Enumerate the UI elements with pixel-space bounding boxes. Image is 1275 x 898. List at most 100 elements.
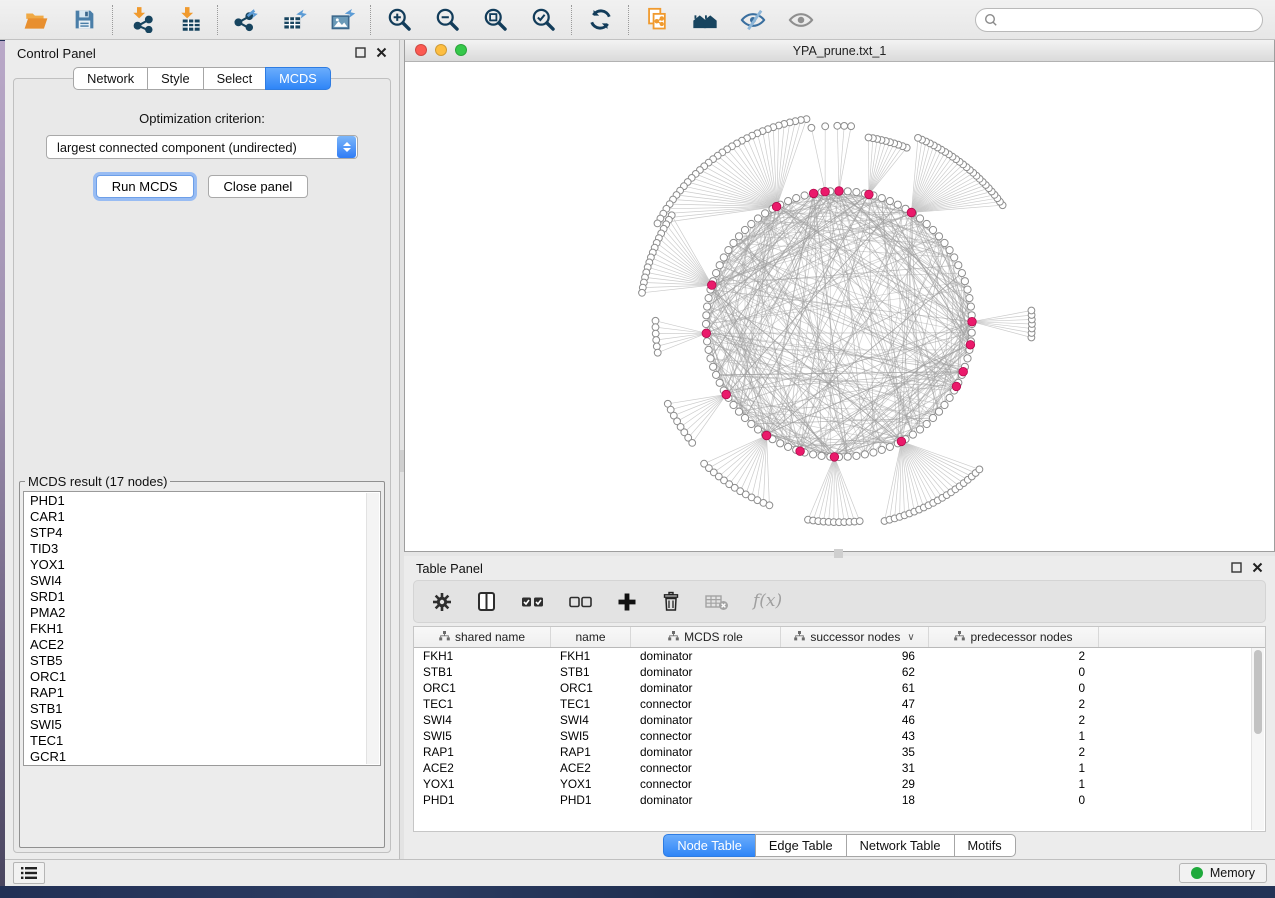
tab-node-table[interactable]: Node Table xyxy=(663,834,756,857)
eye-icon[interactable] xyxy=(787,6,815,34)
mcds-result-item[interactable]: CAR1 xyxy=(30,509,380,525)
cell-predecessor-nodes[interactable]: 2 xyxy=(929,713,1099,727)
close-panel-icon[interactable] xyxy=(1252,561,1263,576)
mcds-list-scrollbar[interactable] xyxy=(366,493,379,764)
close-panel-icon[interactable] xyxy=(376,46,387,61)
splitter-grip[interactable] xyxy=(400,450,404,472)
function-builder-icon[interactable]: f(x) xyxy=(753,593,782,610)
mcds-result-item[interactable]: ORC1 xyxy=(30,669,380,685)
cell-successor-nodes[interactable]: 46 xyxy=(781,713,929,727)
cell-successor-nodes[interactable]: 96 xyxy=(781,649,929,663)
zoom-selected-icon[interactable] xyxy=(529,6,557,34)
cell-mcds-role[interactable]: connector xyxy=(631,761,781,775)
cell-predecessor-nodes[interactable]: 0 xyxy=(929,681,1099,695)
tab-motifs[interactable]: Motifs xyxy=(954,834,1016,857)
cell-mcds-role[interactable]: dominator xyxy=(631,649,781,663)
mcds-result-item[interactable]: STP4 xyxy=(30,525,380,541)
cell-shared-name[interactable]: ORC1 xyxy=(414,681,551,695)
zoom-out-icon[interactable] xyxy=(433,6,461,34)
cell-shared-name[interactable]: ACE2 xyxy=(414,761,551,775)
splitter-grip[interactable] xyxy=(834,549,843,558)
network-graph[interactable] xyxy=(405,62,1274,551)
cell-shared-name[interactable]: STB1 xyxy=(414,665,551,679)
cell-shared-name[interactable]: YOX1 xyxy=(414,777,551,791)
cell-mcds-role[interactable]: dominator xyxy=(631,745,781,759)
delete-table-icon[interactable] xyxy=(705,593,729,611)
vertical-splitter[interactable] xyxy=(400,40,404,859)
zoom-in-icon[interactable] xyxy=(385,6,413,34)
table-row[interactable]: PHD1PHD1dominator180 xyxy=(414,792,1265,808)
tab-select[interactable]: Select xyxy=(203,67,267,90)
cell-predecessor-nodes[interactable]: 1 xyxy=(929,777,1099,791)
tab-network[interactable]: Network xyxy=(73,67,148,90)
tab-edge-table[interactable]: Edge Table xyxy=(755,834,847,857)
cell-successor-nodes[interactable]: 31 xyxy=(781,761,929,775)
run-mcds-button[interactable]: Run MCDS xyxy=(96,175,194,198)
add-column-plus-icon[interactable] xyxy=(617,592,637,612)
select-all-checkboxes-icon[interactable] xyxy=(521,595,545,609)
cell-shared-name[interactable]: RAP1 xyxy=(414,745,551,759)
show-columns-icon[interactable] xyxy=(476,591,497,612)
cell-successor-nodes[interactable]: 35 xyxy=(781,745,929,759)
deselect-all-checkboxes-icon[interactable] xyxy=(569,595,593,609)
cell-successor-nodes[interactable]: 29 xyxy=(781,777,929,791)
task-history-button[interactable] xyxy=(13,862,45,884)
cell-name[interactable]: FKH1 xyxy=(551,649,631,663)
search-input[interactable] xyxy=(975,8,1263,32)
table-row[interactable]: TEC1TEC1connector472 xyxy=(414,696,1265,712)
network-window-titlebar[interactable]: YPA_prune.txt_1 xyxy=(405,40,1274,62)
export-image-icon[interactable] xyxy=(328,6,356,34)
cell-mcds-role[interactable]: dominator xyxy=(631,681,781,695)
column-header-name[interactable]: name xyxy=(551,627,631,647)
import-table-icon[interactable] xyxy=(175,6,203,34)
cell-predecessor-nodes[interactable]: 0 xyxy=(929,665,1099,679)
mcds-result-item[interactable]: YOX1 xyxy=(30,557,380,573)
table-row[interactable]: SWI5SWI5connector431 xyxy=(414,728,1265,744)
delete-trash-icon[interactable] xyxy=(661,591,681,612)
table-scrollbar[interactable] xyxy=(1251,648,1264,830)
save-session-icon[interactable] xyxy=(70,6,98,34)
double-house-icon[interactable] xyxy=(691,6,719,34)
clone-network-icon[interactable] xyxy=(643,6,671,34)
horizontal-splitter[interactable] xyxy=(404,552,1275,556)
table-row[interactable]: RAP1RAP1dominator352 xyxy=(414,744,1265,760)
cell-name[interactable]: TEC1 xyxy=(551,697,631,711)
cell-shared-name[interactable]: TEC1 xyxy=(414,697,551,711)
optimization-criterion-select[interactable]: largest connected component (undirected) xyxy=(46,135,358,159)
sort-indicator-icon[interactable]: ∨ xyxy=(907,632,914,643)
cell-successor-nodes[interactable]: 61 xyxy=(781,681,929,695)
cell-name[interactable]: ACE2 xyxy=(551,761,631,775)
column-header-shared-name[interactable]: shared name xyxy=(414,627,551,647)
cell-mcds-role[interactable]: connector xyxy=(631,729,781,743)
table-row[interactable]: STB1STB1dominator620 xyxy=(414,664,1265,680)
cell-mcds-role[interactable]: dominator xyxy=(631,793,781,807)
import-network-icon[interactable] xyxy=(127,6,155,34)
table-row[interactable]: ACE2ACE2connector311 xyxy=(414,760,1265,776)
float-window-icon[interactable] xyxy=(355,46,366,61)
cell-predecessor-nodes[interactable]: 0 xyxy=(929,793,1099,807)
eye-slash-icon[interactable] xyxy=(739,6,767,34)
mcds-result-item[interactable]: FKH1 xyxy=(30,621,380,637)
mcds-result-item[interactable]: TEC1 xyxy=(30,733,380,749)
cell-name[interactable]: SWI5 xyxy=(551,729,631,743)
cell-successor-nodes[interactable]: 62 xyxy=(781,665,929,679)
mcds-result-item[interactable]: SRD1 xyxy=(30,589,380,605)
table-row[interactable]: ORC1ORC1dominator610 xyxy=(414,680,1265,696)
column-header-successor-nodes[interactable]: successor nodes∨ xyxy=(781,627,929,647)
mcds-result-item[interactable]: STB5 xyxy=(30,653,380,669)
mcds-result-item[interactable]: TID3 xyxy=(30,541,380,557)
mcds-result-item[interactable]: SWI5 xyxy=(30,717,380,733)
minimize-window-icon[interactable] xyxy=(435,44,447,56)
network-canvas[interactable] xyxy=(405,62,1274,551)
cell-successor-nodes[interactable]: 43 xyxy=(781,729,929,743)
cell-name[interactable]: YOX1 xyxy=(551,777,631,791)
cell-predecessor-nodes[interactable]: 2 xyxy=(929,745,1099,759)
export-table-icon[interactable] xyxy=(280,6,308,34)
tab-network-table[interactable]: Network Table xyxy=(846,834,955,857)
cell-name[interactable]: SWI4 xyxy=(551,713,631,727)
cell-shared-name[interactable]: PHD1 xyxy=(414,793,551,807)
mcds-result-item[interactable]: PMA2 xyxy=(30,605,380,621)
mcds-result-item[interactable]: PHD1 xyxy=(30,493,380,509)
table-row[interactable]: YOX1YOX1connector291 xyxy=(414,776,1265,792)
cell-shared-name[interactable]: FKH1 xyxy=(414,649,551,663)
